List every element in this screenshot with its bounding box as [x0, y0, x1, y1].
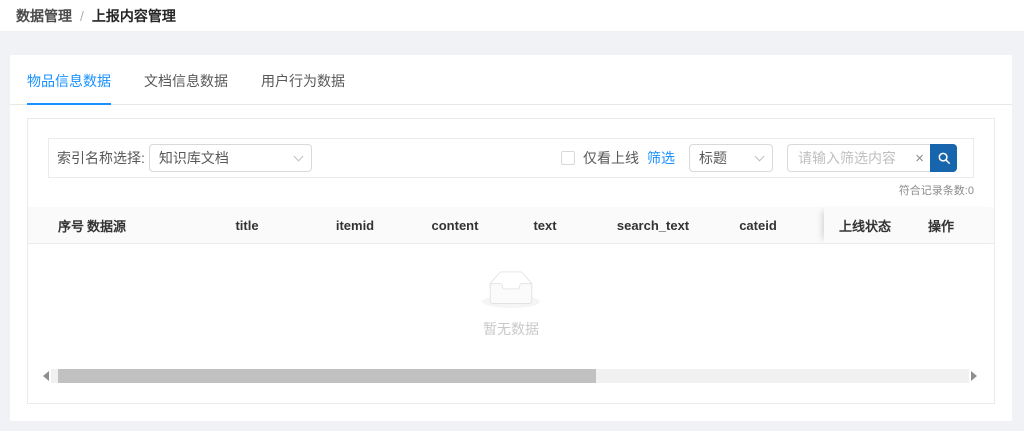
col-header-title: title — [187, 218, 307, 233]
tab-doc-info-data[interactable]: 文档信息数据 — [144, 55, 228, 104]
col-header-online-status: 上线状态 — [824, 216, 914, 235]
horizontal-scrollbar — [43, 368, 977, 384]
table-header-row: 序号 数据源 title itemid content text search_… — [28, 207, 994, 244]
search-field-select[interactable]: 标题 — [689, 144, 773, 172]
tab-item-info-data[interactable]: 物品信息数据 — [27, 55, 111, 104]
col-header-action: 操作 — [914, 216, 954, 235]
scrollbar-thumb[interactable] — [58, 369, 596, 383]
search-input[interactable] — [798, 150, 911, 166]
main-card: 物品信息数据 文档信息数据 用户行为数据 索引名称选择: 知识库文档 仅看上线 … — [10, 55, 1012, 421]
fixed-columns-header: 上线状态 操作 — [824, 207, 994, 243]
search-input-box: × — [787, 144, 930, 172]
scroll-left-arrow-icon[interactable] — [43, 371, 49, 381]
col-header-cateid: cateid — [723, 218, 793, 233]
tab-bar: 物品信息数据 文档信息数据 用户行为数据 — [10, 55, 1012, 105]
index-select-group: 索引名称选择: 知识库文档 — [57, 144, 312, 172]
col-header-content: content — [403, 218, 507, 233]
breadcrumb-current: 上报内容管理 — [92, 6, 176, 26]
col-header-seq: 序号 — [28, 216, 87, 235]
breadcrumb: 数据管理 / 上报内容管理 — [0, 0, 1024, 31]
breadcrumb-parent[interactable]: 数据管理 — [16, 6, 72, 26]
tab-user-behavior-data[interactable]: 用户行为数据 — [261, 55, 345, 104]
index-select[interactable]: 知识库文档 — [149, 144, 312, 172]
filter-link[interactable]: 筛选 — [647, 148, 675, 168]
search-icon — [937, 151, 951, 165]
empty-state-text: 暂无数据 — [28, 319, 994, 339]
index-select-value: 知识库文档 — [159, 148, 229, 168]
clear-icon[interactable]: × — [915, 151, 924, 166]
online-only-checkbox[interactable] — [561, 151, 575, 165]
index-select-label: 索引名称选择: — [57, 148, 145, 168]
col-header-text: text — [507, 218, 583, 233]
online-only-label[interactable]: 仅看上线 — [583, 148, 639, 168]
search-button[interactable] — [930, 144, 957, 172]
table-panel: 索引名称选择: 知识库文档 仅看上线 筛选 标题 × — [27, 118, 995, 404]
scrollbar-track[interactable] — [51, 369, 969, 383]
search-field-value: 标题 — [699, 148, 727, 168]
match-count-label: 符合记录条数:0 — [48, 185, 974, 198]
chevron-down-icon — [755, 151, 765, 161]
empty-state: 暂无数据 — [28, 271, 994, 339]
col-header-itemid: itemid — [307, 218, 403, 233]
breadcrumb-separator: / — [80, 8, 84, 24]
filter-toolbar: 索引名称选择: 知识库文档 仅看上线 筛选 标题 × — [48, 138, 974, 178]
empty-box-icon — [482, 271, 540, 308]
scroll-right-arrow-icon[interactable] — [971, 371, 977, 381]
search-input-group: × — [787, 144, 957, 172]
search-filter-group: 仅看上线 筛选 标题 × — [561, 144, 957, 172]
col-header-datasource: 数据源 — [87, 216, 187, 235]
chevron-down-icon — [293, 151, 303, 161]
col-header-search-text: search_text — [583, 218, 723, 233]
